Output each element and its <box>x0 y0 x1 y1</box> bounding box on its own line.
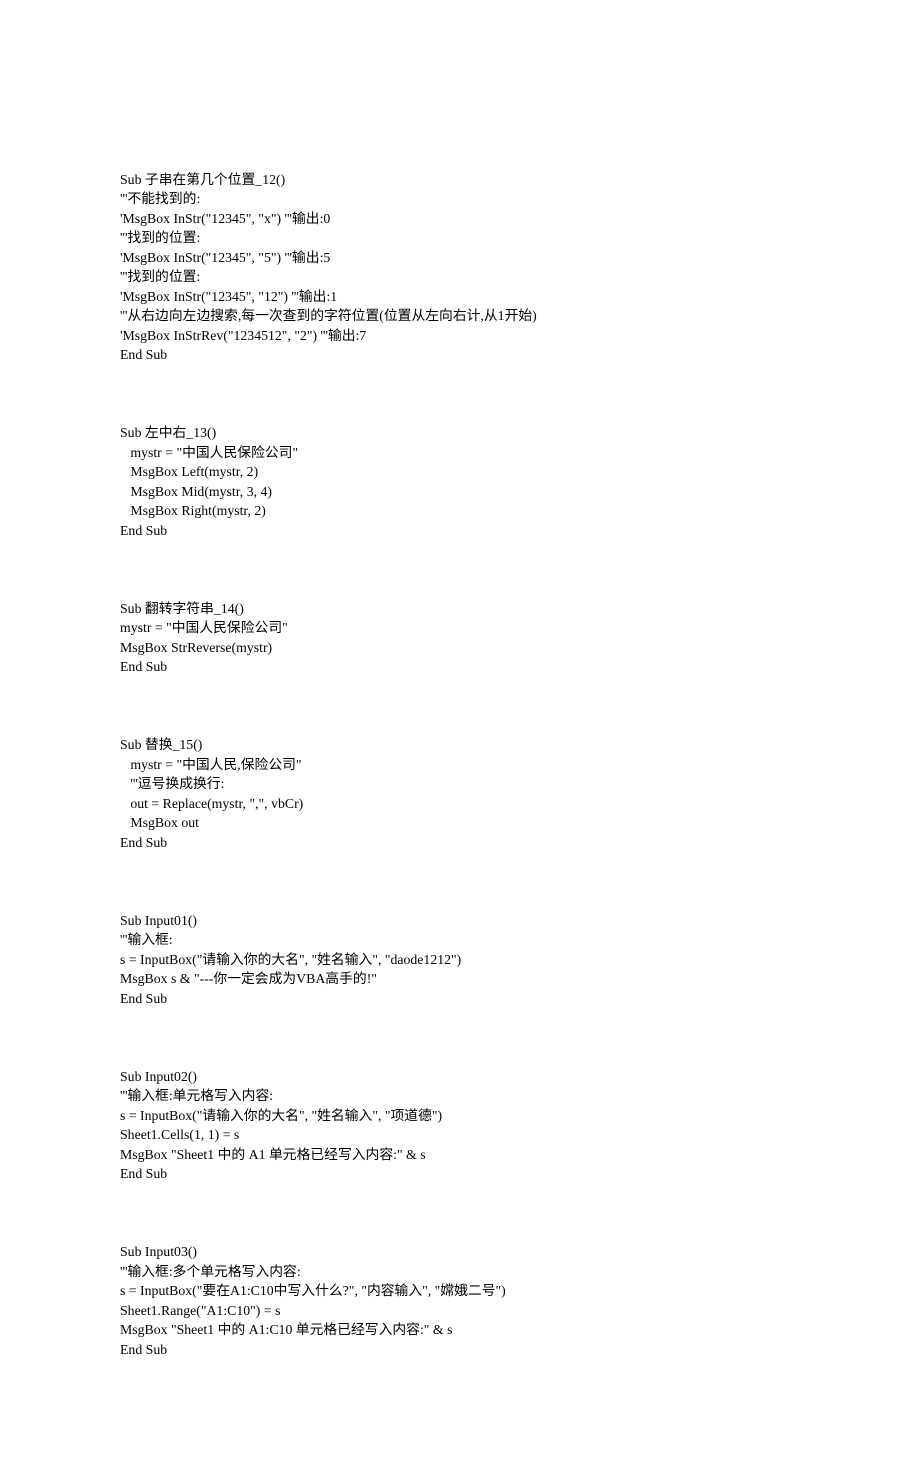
code-block: Sub 翻转字符串_14() mystr = "中国人民保险公司" MsgBox… <box>120 599 800 677</box>
code-block: Sub Input01() '''输入框: s = InputBox("请输入你… <box>120 911 800 1009</box>
code-block: Sub Input02() '''输入框:单元格写入内容: s = InputB… <box>120 1067 800 1184</box>
code-block: Sub 子串在第几个位置_12() '''不能找到的: 'MsgBox InSt… <box>120 170 800 365</box>
code-block: Sub 替换_15() mystr = "中国人民,保险公司" '''逗号换成换… <box>120 735 800 852</box>
code-block: Sub Input03() '''输入框:多个单元格写入内容: s = Inpu… <box>120 1242 800 1359</box>
document-page: Sub 子串在第几个位置_12() '''不能找到的: 'MsgBox InSt… <box>0 0 920 1458</box>
code-block: Sub 左中右_13() mystr = "中国人民保险公司" MsgBox L… <box>120 423 800 540</box>
